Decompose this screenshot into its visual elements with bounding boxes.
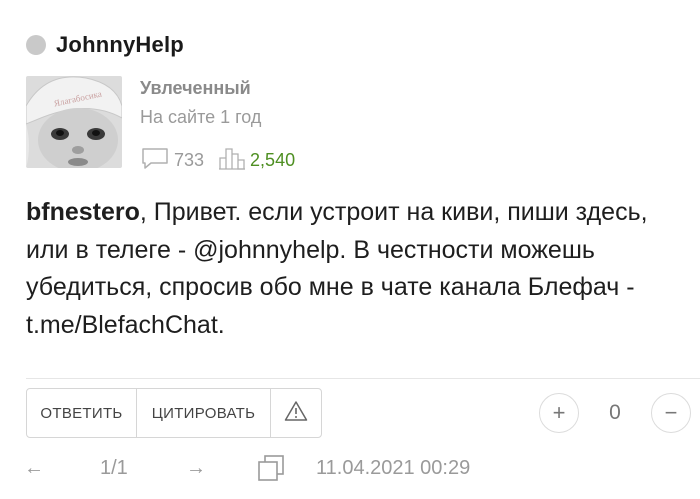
divider [26,378,700,379]
online-status-dot [26,35,46,55]
author-profile: Ялагабосика Увлеченный На сайте 1 год 73… [26,76,295,170]
report-button[interactable] [271,389,321,437]
downvote-button[interactable]: − [651,393,691,433]
upvote-wrapper: + [539,393,579,433]
warning-icon [284,400,308,426]
comment-actions: ОТВЕТИТЬ ЦИТИРОВАТЬ [26,388,322,438]
upvote-button[interactable]: + [539,393,579,433]
comment-score: 0 [609,401,621,424]
page-indicator: 1/1 [100,456,128,479]
mention-username[interactable]: bfnestero [26,198,140,226]
prev-arrow-icon[interactable]: ← [24,448,44,488]
author-meta: Увлеченный На сайте 1 год 733 2,540 [140,76,295,170]
comment-header: JohnnyHelp [26,30,184,60]
bar-chart-icon [218,146,246,175]
avatar[interactable]: Ялагабосика [26,76,122,168]
comments-count: 733 [174,150,205,170]
quote-button[interactable]: ЦИТИРОВАТЬ [137,389,271,437]
author-rank: Увлеченный [140,78,251,98]
author-stats: 733 2,540 [140,146,295,175]
comment-body: bfnestero, Привет. если устроит на киви,… [26,194,676,344]
comment-date: 11.04.2021 00:29 [316,456,471,479]
downvote-wrapper: − [651,393,691,433]
comment-footer: ← 1/1 → 11.04.2021 00:29 [0,448,700,488]
rating-stat[interactable]: 2,540 [218,146,295,175]
copy-link-icon[interactable] [256,448,286,488]
comment-bubble-icon [140,147,170,174]
author-username[interactable]: JohnnyHelp [56,32,184,58]
reply-button[interactable]: ОТВЕТИТЬ [27,389,137,437]
next-arrow-icon[interactable]: → [186,448,206,488]
author-on-site: На сайте 1 год [140,107,262,127]
comments-stat[interactable]: 733 [140,147,204,174]
rating-value: 2,540 [250,150,296,170]
